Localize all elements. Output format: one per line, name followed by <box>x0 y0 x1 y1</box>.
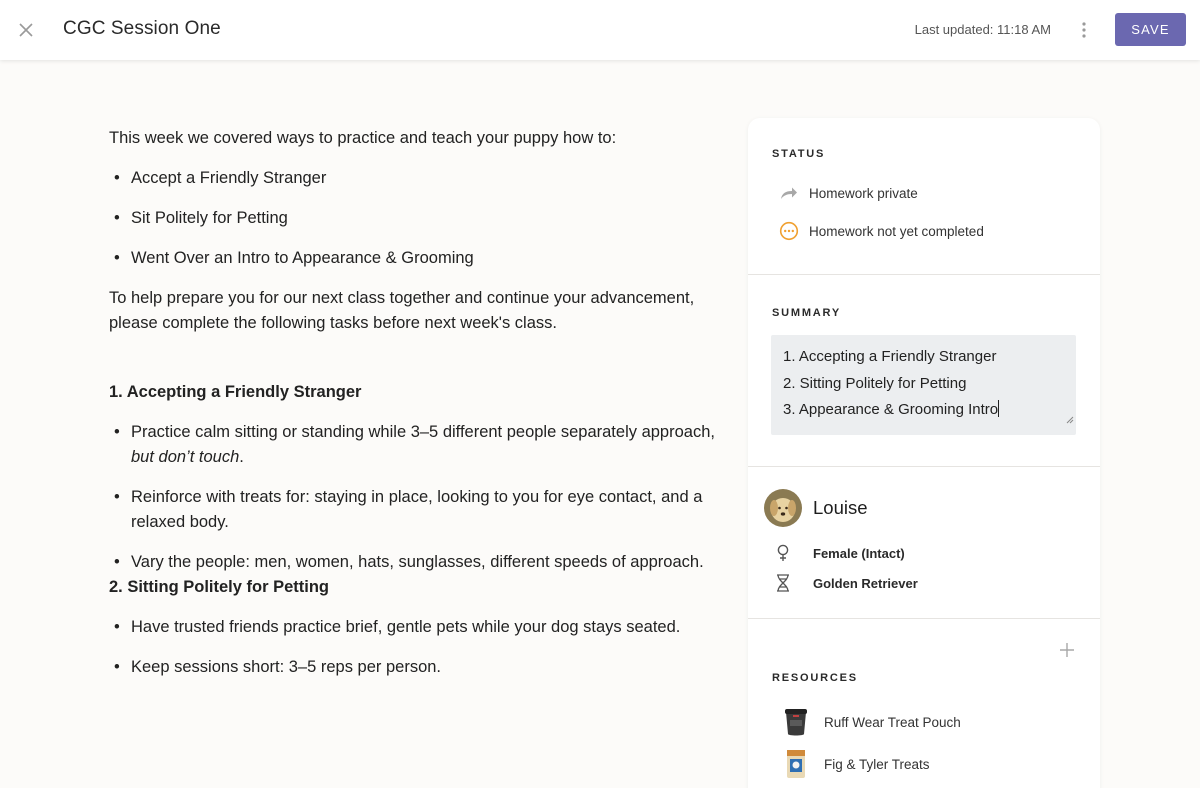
list-item: Keep sessions short: 3–5 reps per person… <box>109 655 719 680</box>
summary-line: 1. Accepting a Friendly Stranger <box>783 348 997 365</box>
status-label: STATUS <box>772 148 826 160</box>
homework-body[interactable]: This week we covered ways to practice an… <box>109 126 719 695</box>
share-arrow-icon <box>778 182 800 204</box>
treat-pouch-thumbnail <box>780 706 812 738</box>
more-options-icon[interactable] <box>1076 18 1092 42</box>
treats-bag-thumbnail <box>780 748 812 780</box>
list-item-text: . <box>239 448 244 466</box>
resource-item[interactable]: Fig & Tyler Treats <box>780 748 930 780</box>
pet-name: Louise <box>813 497 868 518</box>
text-cursor <box>998 400 1000 417</box>
status-text: Homework private <box>809 185 918 201</box>
page-title: CGC Session One <box>63 18 221 39</box>
emphasis-text: but don’t touch <box>131 448 240 466</box>
summary-line: 3. Appearance & Grooming Intro <box>783 400 1000 418</box>
summary-label: SUMMARY <box>772 307 842 319</box>
pending-icon <box>778 220 800 242</box>
section2-list: Have trusted friends practice brief, gen… <box>109 615 719 680</box>
summary-line: 2. Sitting Politely for Petting <box>783 374 967 392</box>
resources-label: RESOURCES <box>772 672 858 684</box>
summary-section: SUMMARY 1. Accepting a Friendly Stranger… <box>748 275 1100 467</box>
details-sidebar: STATUS Homework private Homework not yet… <box>748 118 1100 788</box>
last-updated-text: Last updated: 11:18 AM <box>914 22 1051 37</box>
summary-textarea[interactable]: 1. Accepting a Friendly Stranger 2. Sitt… <box>771 335 1076 435</box>
list-item: Reinforce with treats for: staying in pl… <box>109 485 719 535</box>
top-bar: CGC Session One Last updated: 11:18 AM S… <box>0 0 1200 60</box>
status-privacy[interactable]: Homework private <box>778 182 918 204</box>
avatar[interactable] <box>764 489 802 527</box>
section1-list: Practice calm sitting or standing while … <box>109 420 719 575</box>
resource-item[interactable]: Ruff Wear Treat Pouch <box>780 706 961 738</box>
resource-name: Ruff Wear Treat Pouch <box>824 714 961 730</box>
list-item: Sit Politely for Petting <box>109 206 719 231</box>
resize-handle-icon[interactable] <box>1066 407 1074 434</box>
list-item: Practice calm sitting or standing while … <box>109 420 719 470</box>
status-section: STATUS Homework private Homework not yet… <box>748 118 1100 275</box>
save-button[interactable]: SAVE <box>1115 13 1186 46</box>
pet-breed-row: Golden Retriever <box>774 574 918 592</box>
pet-breed: Golden Retriever <box>813 575 918 591</box>
resources-section: RESOURCES Ruff Wear Treat Pouch Fig & Ty… <box>748 619 1100 788</box>
pet-sex: Female (Intact) <box>813 545 905 561</box>
status-completion[interactable]: Homework not yet completed <box>778 220 984 242</box>
list-item: Vary the people: men, women, hats, sungl… <box>109 550 719 575</box>
dna-icon <box>774 574 792 592</box>
list-item-text: Practice calm sitting or standing while … <box>131 423 715 441</box>
add-resource-icon[interactable] <box>1056 639 1078 661</box>
intro-text: This week we covered ways to practice an… <box>109 129 617 147</box>
section-heading: 2. Sitting Politely for Petting <box>109 578 330 596</box>
prep-text: To help prepare you for our next class t… <box>109 289 695 332</box>
pet-section: Louise Female (Intact) Golden Retriever <box>748 467 1100 619</box>
list-item: Have trusted friends practice brief, gen… <box>109 615 719 640</box>
pet-sex-row: Female (Intact) <box>774 544 905 562</box>
female-icon <box>774 544 792 562</box>
list-item: Accept a Friendly Stranger <box>109 166 719 191</box>
list-item: Went Over an Intro to Appearance & Groom… <box>109 246 719 271</box>
covered-list: Accept a Friendly Stranger Sit Politely … <box>109 166 719 271</box>
status-text: Homework not yet completed <box>809 223 984 239</box>
resource-name: Fig & Tyler Treats <box>824 756 930 772</box>
close-icon[interactable] <box>14 18 38 42</box>
section-heading: 1. Accepting a Friendly Stranger <box>109 383 362 401</box>
